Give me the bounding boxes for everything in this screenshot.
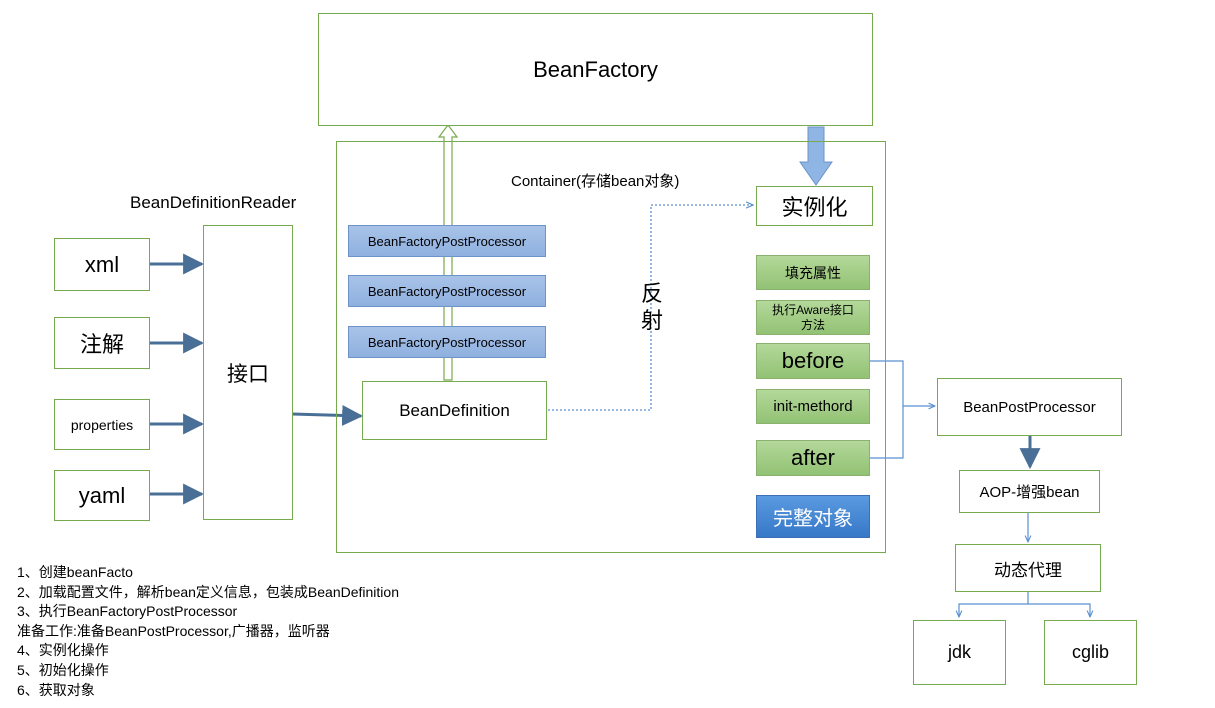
aop-box: AOP-增强bean <box>959 470 1100 513</box>
reader-interface-box: 接口 <box>203 225 293 520</box>
note-line: 准备工作:准备BeanPostProcessor,广播器，监听器 <box>17 622 330 639</box>
fill-properties-label: 填充属性 <box>785 264 841 281</box>
source-xml-label: xml <box>84 251 120 277</box>
note-line: 3、执行BeanFactoryPostProcessor <box>17 603 238 620</box>
post-processor-label: BeanFactoryPostProcessor <box>367 283 527 299</box>
aop-label: AOP-增强bean <box>979 484 1080 501</box>
before-step: before <box>756 343 870 379</box>
jdk-box: jdk <box>913 620 1006 685</box>
fill-properties-step: 填充属性 <box>756 255 870 290</box>
cglib-label: cglib <box>1071 642 1110 662</box>
note-line: 6、获取对象 <box>17 681 95 698</box>
after-label: after <box>790 445 836 470</box>
bean-definition-box: BeanDefinition <box>362 381 547 440</box>
proxy-to-jdk-arrow <box>959 592 1029 617</box>
bean-factory-post-processor-2: BeanFactoryPostProcessor <box>348 275 546 307</box>
reader-title: BeanDefinitionReader <box>130 193 297 212</box>
jdk-label: jdk <box>947 642 971 662</box>
init-method-step: init-methord <box>756 389 870 424</box>
instantiate-label: 实例化 <box>781 195 848 220</box>
complete-object-step: 完整对象 <box>756 495 870 538</box>
source-xml: xml <box>54 238 150 291</box>
post-processor-label: BeanFactoryPostProcessor <box>367 233 527 249</box>
note-line: 5、初始化操作 <box>17 661 109 678</box>
note-line: 4、实例化操作 <box>17 642 109 659</box>
source-yaml: yaml <box>54 470 150 521</box>
note-line: 2、加载配置文件，解析bean定义信息，包装成BeanDefinition <box>17 583 399 600</box>
after-step: after <box>756 440 870 476</box>
aware-label-line2: 方法 <box>800 317 825 332</box>
container-label: Container(存储bean对象) <box>511 173 680 190</box>
dynamic-proxy-box: 动态代理 <box>955 544 1101 592</box>
bean-definition-label: BeanDefinition <box>399 400 510 420</box>
steps-notes: 1、创建beanFacto 2、加载配置文件，解析bean定义信息，包装成Bea… <box>17 563 399 700</box>
bean-factory-post-processor-1: BeanFactoryPostProcessor <box>348 225 546 257</box>
source-annotation-label: 注解 <box>79 332 124 357</box>
source-yaml-label: yaml <box>78 482 126 508</box>
source-properties-label: properties <box>70 416 134 433</box>
note-line: 1、创建beanFacto <box>17 564 133 580</box>
aware-label-line1: 执行Aware接口 <box>772 302 854 317</box>
post-processor-label: BeanFactoryPostProcessor <box>367 334 527 350</box>
reader-interface-label: 接口 <box>227 362 269 386</box>
init-method-label: init-methord <box>773 398 853 415</box>
bean-factory-box: BeanFactory <box>318 13 873 126</box>
bean-post-processor-label: BeanPostProcessor <box>963 398 1096 416</box>
bean-factory-label: BeanFactory <box>533 56 658 82</box>
bean-factory-post-processor-3: BeanFactoryPostProcessor <box>348 326 546 358</box>
dynamic-proxy-label: 动态代理 <box>994 560 1062 580</box>
bean-post-processor-box: BeanPostProcessor <box>937 378 1122 436</box>
aware-step: 执行Aware接口 方法 <box>756 300 870 335</box>
cglib-box: cglib <box>1044 620 1137 685</box>
source-properties: properties <box>54 399 150 450</box>
complete-object-label: 完整对象 <box>773 508 853 530</box>
instantiate-box: 实例化 <box>756 186 873 226</box>
source-annotation: 注解 <box>54 317 150 369</box>
reflection-label: 反射 <box>641 281 664 333</box>
proxy-to-cglib-arrow <box>1028 603 1090 617</box>
before-label: before <box>781 348 845 373</box>
